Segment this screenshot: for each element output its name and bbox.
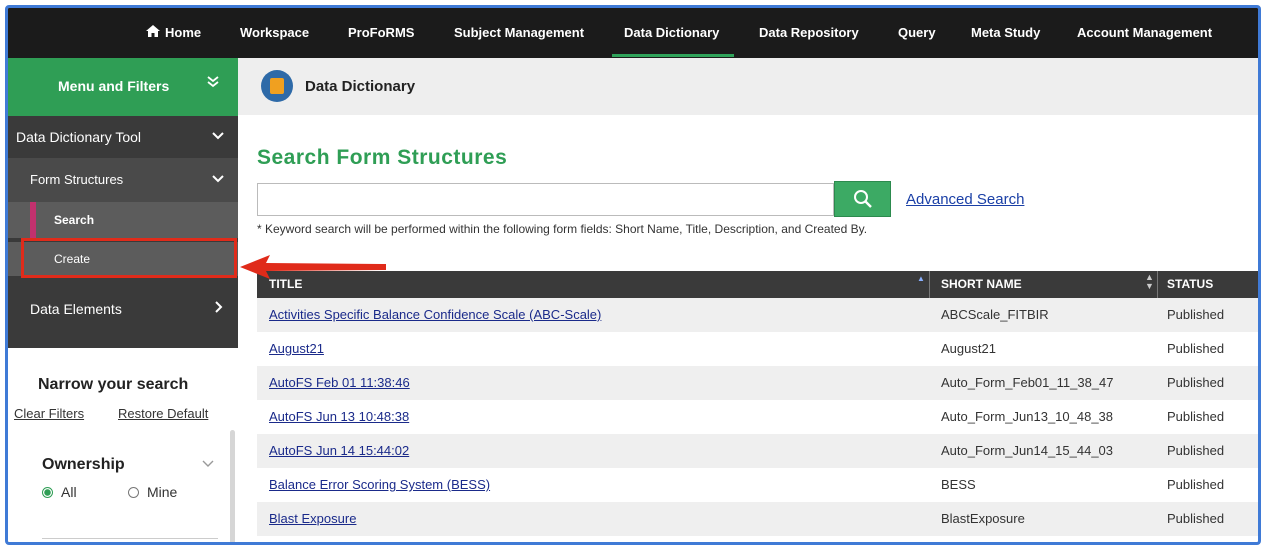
sidebar-item-form-structures[interactable]: Form Structures [8,158,238,202]
sidebar-item-data-elements[interactable]: Data Elements [8,280,238,338]
sidebar-item-label: Search [54,213,95,227]
advanced-search-link[interactable]: Advanced Search [906,191,1024,208]
nav-account-management[interactable]: Account Management [1077,8,1212,58]
nav-active-indicator [612,54,734,57]
filters-panel: Narrow your search Clear Filters Restore… [8,348,238,542]
row-short-name: Auto_Form_Feb01_11_38_47 [941,375,1114,390]
row-status: Published [1167,307,1225,322]
row-title-link[interactable]: AutoFS Feb 01 11:38:46 [269,366,410,400]
row-status: Published [1167,477,1225,492]
data-dictionary-icon [261,70,293,102]
page-title: Data Dictionary [305,78,416,95]
sort-asc-icon[interactable]: ▲ [917,274,925,283]
nav-subject-management[interactable]: Subject Management [454,8,584,58]
menu-filters-label: Menu and Filters [58,78,170,94]
screenshot-frame: Home Workspace ProFoRMS Subject Manageme… [5,5,1261,545]
row-title-link[interactable]: Blast Exposure [269,502,356,536]
search-input[interactable] [257,183,834,216]
row-title-link[interactable]: Balance Error Scoring System (BESS) [269,468,490,502]
table-row: Blast Exposure BlastExposure Published [257,502,1258,536]
search-icon [852,190,874,214]
ownership-heading: Ownership [42,456,125,473]
home-icon [146,8,160,58]
table-row: AutoFS Feb 01 11:38:46 Auto_Form_Feb01_1… [257,366,1258,400]
table-row: Balance Error Scoring System (BESS) BESS… [257,468,1258,502]
radio-selected-icon [42,487,53,498]
row-short-name: BlastExposure [941,511,1025,526]
nav-workspace[interactable]: Workspace [240,8,309,58]
nav-home[interactable]: Home [146,8,201,58]
sidebar: Menu and Filters Data Dictionary Tool Fo… [8,58,238,542]
sidebar-item-data-dictionary-tool[interactable]: Data Dictionary Tool [8,116,238,158]
radio-label: Mine [147,484,178,500]
row-short-name: BESS [941,477,976,492]
ownership-radio-mine[interactable]: Mine [128,484,177,500]
restore-default-link[interactable]: Restore Default [118,406,208,421]
chevron-down-icon [212,116,224,158]
row-status: Published [1167,341,1225,356]
table-row: AutoFS Jun 14 15:44:02 Auto_Form_Jun14_1… [257,434,1258,468]
nav-meta-study[interactable]: Meta Study [971,8,1040,58]
annotation-arrow [240,255,386,279]
search-heading: Search Form Structures [257,146,508,169]
nav-home-label: Home [165,25,202,40]
row-title-link[interactable]: August21 [269,332,324,366]
create-highlight-box [21,238,237,278]
radio-label: All [61,484,77,500]
row-status: Published [1167,375,1225,390]
nav-data-dictionary[interactable]: Data Dictionary [624,8,719,58]
row-short-name: Auto_Form_Jun14_15_44_03 [941,443,1114,458]
table-header: TITLE ▲ SHORT NAME ▲ ▼ STATUS [257,271,1258,298]
top-nav: Home Workspace ProFoRMS Subject Manageme… [8,8,1258,58]
radio-unselected-icon [128,487,139,498]
search-hint: * Keyword search will be performed withi… [257,222,868,236]
column-divider [1157,271,1158,298]
row-short-name: Auto_Form_Jun13_10_48_38 [941,409,1114,424]
row-title-link[interactable]: AutoFS Jun 13 10:48:38 [269,400,409,434]
col-status-header[interactable]: STATUS [1167,271,1213,298]
nav-proforms[interactable]: ProFoRMS [348,8,414,58]
nav-data-repository[interactable]: Data Repository [759,8,859,58]
table-row: August21 August21 Published [257,332,1258,366]
sidebar-item-label: Data Dictionary Tool [16,129,142,145]
sidebar-item-label: Form Structures [30,172,124,187]
table-row: Activities Specific Balance Confidence S… [257,298,1258,332]
chevron-right-icon [214,280,224,338]
row-status: Published [1167,443,1225,458]
search-button[interactable] [834,181,891,217]
ownership-radio-all[interactable]: All [42,484,77,500]
row-title-link[interactable]: Activities Specific Balance Confidence S… [269,298,601,332]
divider [42,538,218,539]
sort-icon[interactable]: ▲ ▼ [1145,273,1154,291]
chevron-down-icon[interactable] [202,456,214,471]
page-title-bar: Data Dictionary [238,58,1258,115]
nav-query[interactable]: Query [898,8,936,58]
sidebar-item-search[interactable]: Search [8,202,238,238]
narrow-search-heading: Narrow your search [38,376,189,393]
sidebar-item-label: Data Elements [30,301,122,317]
row-short-name: ABCScale_FITBIR [941,307,1049,322]
row-status: Published [1167,511,1225,526]
row-status: Published [1167,409,1225,424]
double-chevron-down-icon [206,74,220,94]
column-divider [929,271,930,298]
row-short-name: August21 [941,341,996,356]
filters-scrollbar[interactable] [230,430,235,542]
table-row: AutoFS Jun 13 10:48:38 Auto_Form_Jun13_1… [257,400,1258,434]
chevron-down-icon [212,158,224,202]
clear-filters-link[interactable]: Clear Filters [14,406,84,421]
active-accent-bar [30,202,36,238]
row-title-link[interactable]: AutoFS Jun 14 15:44:02 [269,434,409,468]
menu-filters-toggle[interactable]: Menu and Filters [8,58,238,116]
col-short-name-header[interactable]: SHORT NAME [941,271,1022,298]
